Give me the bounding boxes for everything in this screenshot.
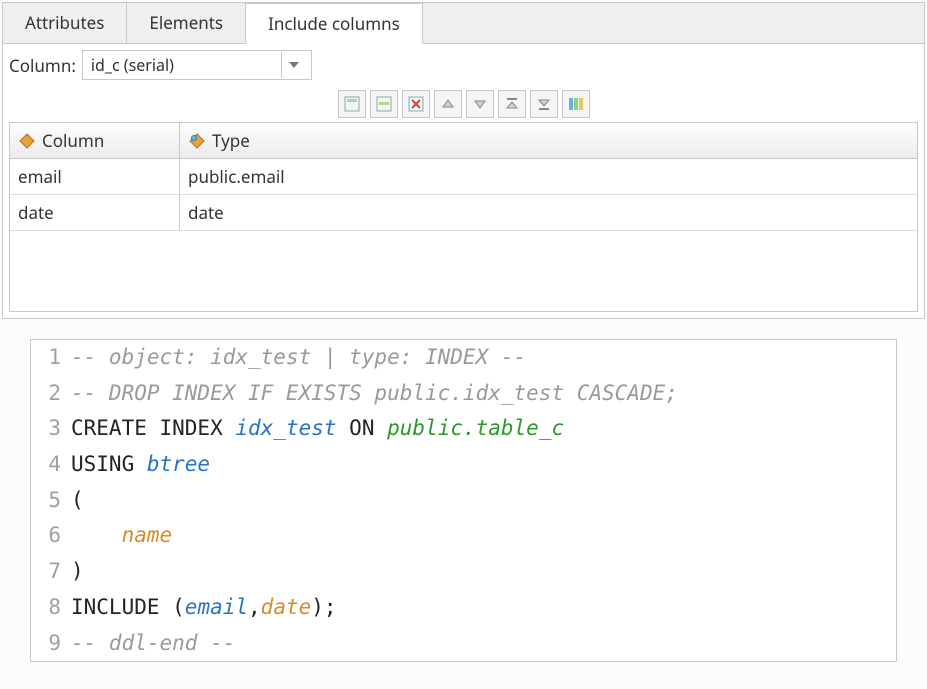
sql-preview: 1-- object: idx_test | type: INDEX --2--… [30, 339, 897, 662]
line-number: 1 [31, 340, 71, 376]
tab-include-columns[interactable]: Include columns [246, 3, 423, 44]
include-columns-panel: Attributes Elements Include columns Colu… [2, 2, 925, 319]
column-combo[interactable]: id_c (serial) [82, 50, 312, 80]
row-toolbar [9, 86, 918, 122]
code-text: -- object: idx_test | type: INDEX -- [71, 340, 526, 376]
table-row[interactable]: email public.email [10, 159, 917, 195]
chevron-down-icon [281, 52, 307, 78]
header-type-label: Type [212, 129, 250, 152]
columns-table: Column Type email public.email date date [9, 122, 918, 312]
code-line: 6 name [31, 518, 896, 554]
columns-picker-button[interactable] [562, 90, 590, 118]
column-label: Column: [9, 54, 76, 77]
code-line: 4USING btree [31, 447, 896, 483]
table-empty-area [10, 231, 917, 311]
cell-column: email [10, 159, 180, 194]
code-line: 5( [31, 483, 896, 519]
line-number: 3 [31, 411, 71, 447]
tab-bar: Attributes Elements Include columns [3, 3, 924, 44]
type-icon [188, 132, 206, 150]
line-number: 5 [31, 483, 71, 519]
code-line: 2-- DROP INDEX IF EXISTS public.idx_test… [31, 376, 896, 412]
move-top-button[interactable] [498, 90, 526, 118]
line-number: 2 [31, 376, 71, 412]
table-row[interactable]: date date [10, 195, 917, 231]
cell-column: date [10, 195, 180, 230]
code-text: name [71, 518, 172, 554]
line-number: 9 [31, 626, 71, 662]
cell-type: public.email [180, 159, 917, 194]
tab-elements[interactable]: Elements [127, 3, 246, 43]
add-row-button[interactable] [338, 90, 366, 118]
tab-attributes[interactable]: Attributes [3, 3, 127, 43]
move-bottom-button[interactable] [530, 90, 558, 118]
code-text: USING btree [71, 447, 210, 483]
code-text: ) [71, 554, 84, 590]
header-type[interactable]: Type [180, 123, 917, 158]
column-selector-row: Column: id_c (serial) [9, 48, 918, 86]
header-column[interactable]: Column [10, 123, 180, 158]
edit-row-button[interactable] [370, 90, 398, 118]
line-number: 8 [31, 590, 71, 626]
code-text: ( [71, 483, 84, 519]
line-number: 6 [31, 518, 71, 554]
move-down-button[interactable] [466, 90, 494, 118]
cell-type: date [180, 195, 917, 230]
tab-content: Column: id_c (serial) [3, 44, 924, 318]
code-text: -- ddl-end -- [71, 626, 235, 662]
delete-row-button[interactable] [402, 90, 430, 118]
column-icon [18, 132, 36, 150]
table-header: Column Type [10, 123, 917, 159]
code-line: 1-- object: idx_test | type: INDEX -- [31, 340, 896, 376]
code-line: 3CREATE INDEX idx_test ON public.table_c [31, 411, 896, 447]
line-number: 7 [31, 554, 71, 590]
code-line: 8INCLUDE (email,date); [31, 590, 896, 626]
column-combo-value: id_c (serial) [91, 54, 174, 76]
header-column-label: Column [42, 129, 104, 152]
code-line: 7) [31, 554, 896, 590]
code-text: CREATE INDEX idx_test ON public.table_c [71, 411, 564, 447]
line-number: 4 [31, 447, 71, 483]
move-up-button[interactable] [434, 90, 462, 118]
code-text: -- DROP INDEX IF EXISTS public.idx_test … [71, 376, 678, 412]
code-text: INCLUDE (email,date); [71, 590, 337, 626]
code-line: 9-- ddl-end -- [31, 626, 896, 662]
